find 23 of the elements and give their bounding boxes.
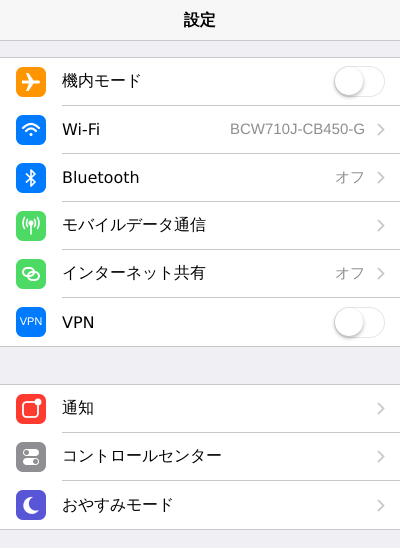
chevron-icon[interactable] (377, 267, 385, 280)
setting-label: 通知 (62, 398, 95, 419)
chevron-icon[interactable] (377, 219, 385, 232)
setting-label: VPN (62, 312, 96, 332)
chevron-icon[interactable] (377, 171, 385, 184)
vpn-icon: VPN (16, 307, 46, 337)
setting-label: Wi-Fi (62, 120, 102, 139)
setting-label: 機内モード (62, 71, 143, 92)
toggle-switch[interactable] (334, 306, 385, 338)
setting-value: オフ (335, 264, 365, 283)
setting-label: おやすみモード (62, 494, 175, 516)
setting-label: モバイルデータ通信 (62, 215, 207, 236)
setting-value: オフ (335, 168, 365, 187)
setting-value: BCW710J-CB450-G (230, 121, 365, 138)
setting-label: コントロールセンター (62, 446, 223, 467)
setting-label: Bluetooth (62, 168, 141, 187)
toggle-switch[interactable] (334, 66, 385, 97)
setting-label: インターネット共有 (62, 263, 207, 284)
chevron-icon[interactable] (377, 450, 385, 463)
chevron-icon[interactable] (377, 498, 385, 512)
chevron-icon[interactable] (377, 123, 385, 136)
chevron-icon[interactable] (377, 402, 385, 415)
page-title: 設定 (184, 10, 216, 30)
